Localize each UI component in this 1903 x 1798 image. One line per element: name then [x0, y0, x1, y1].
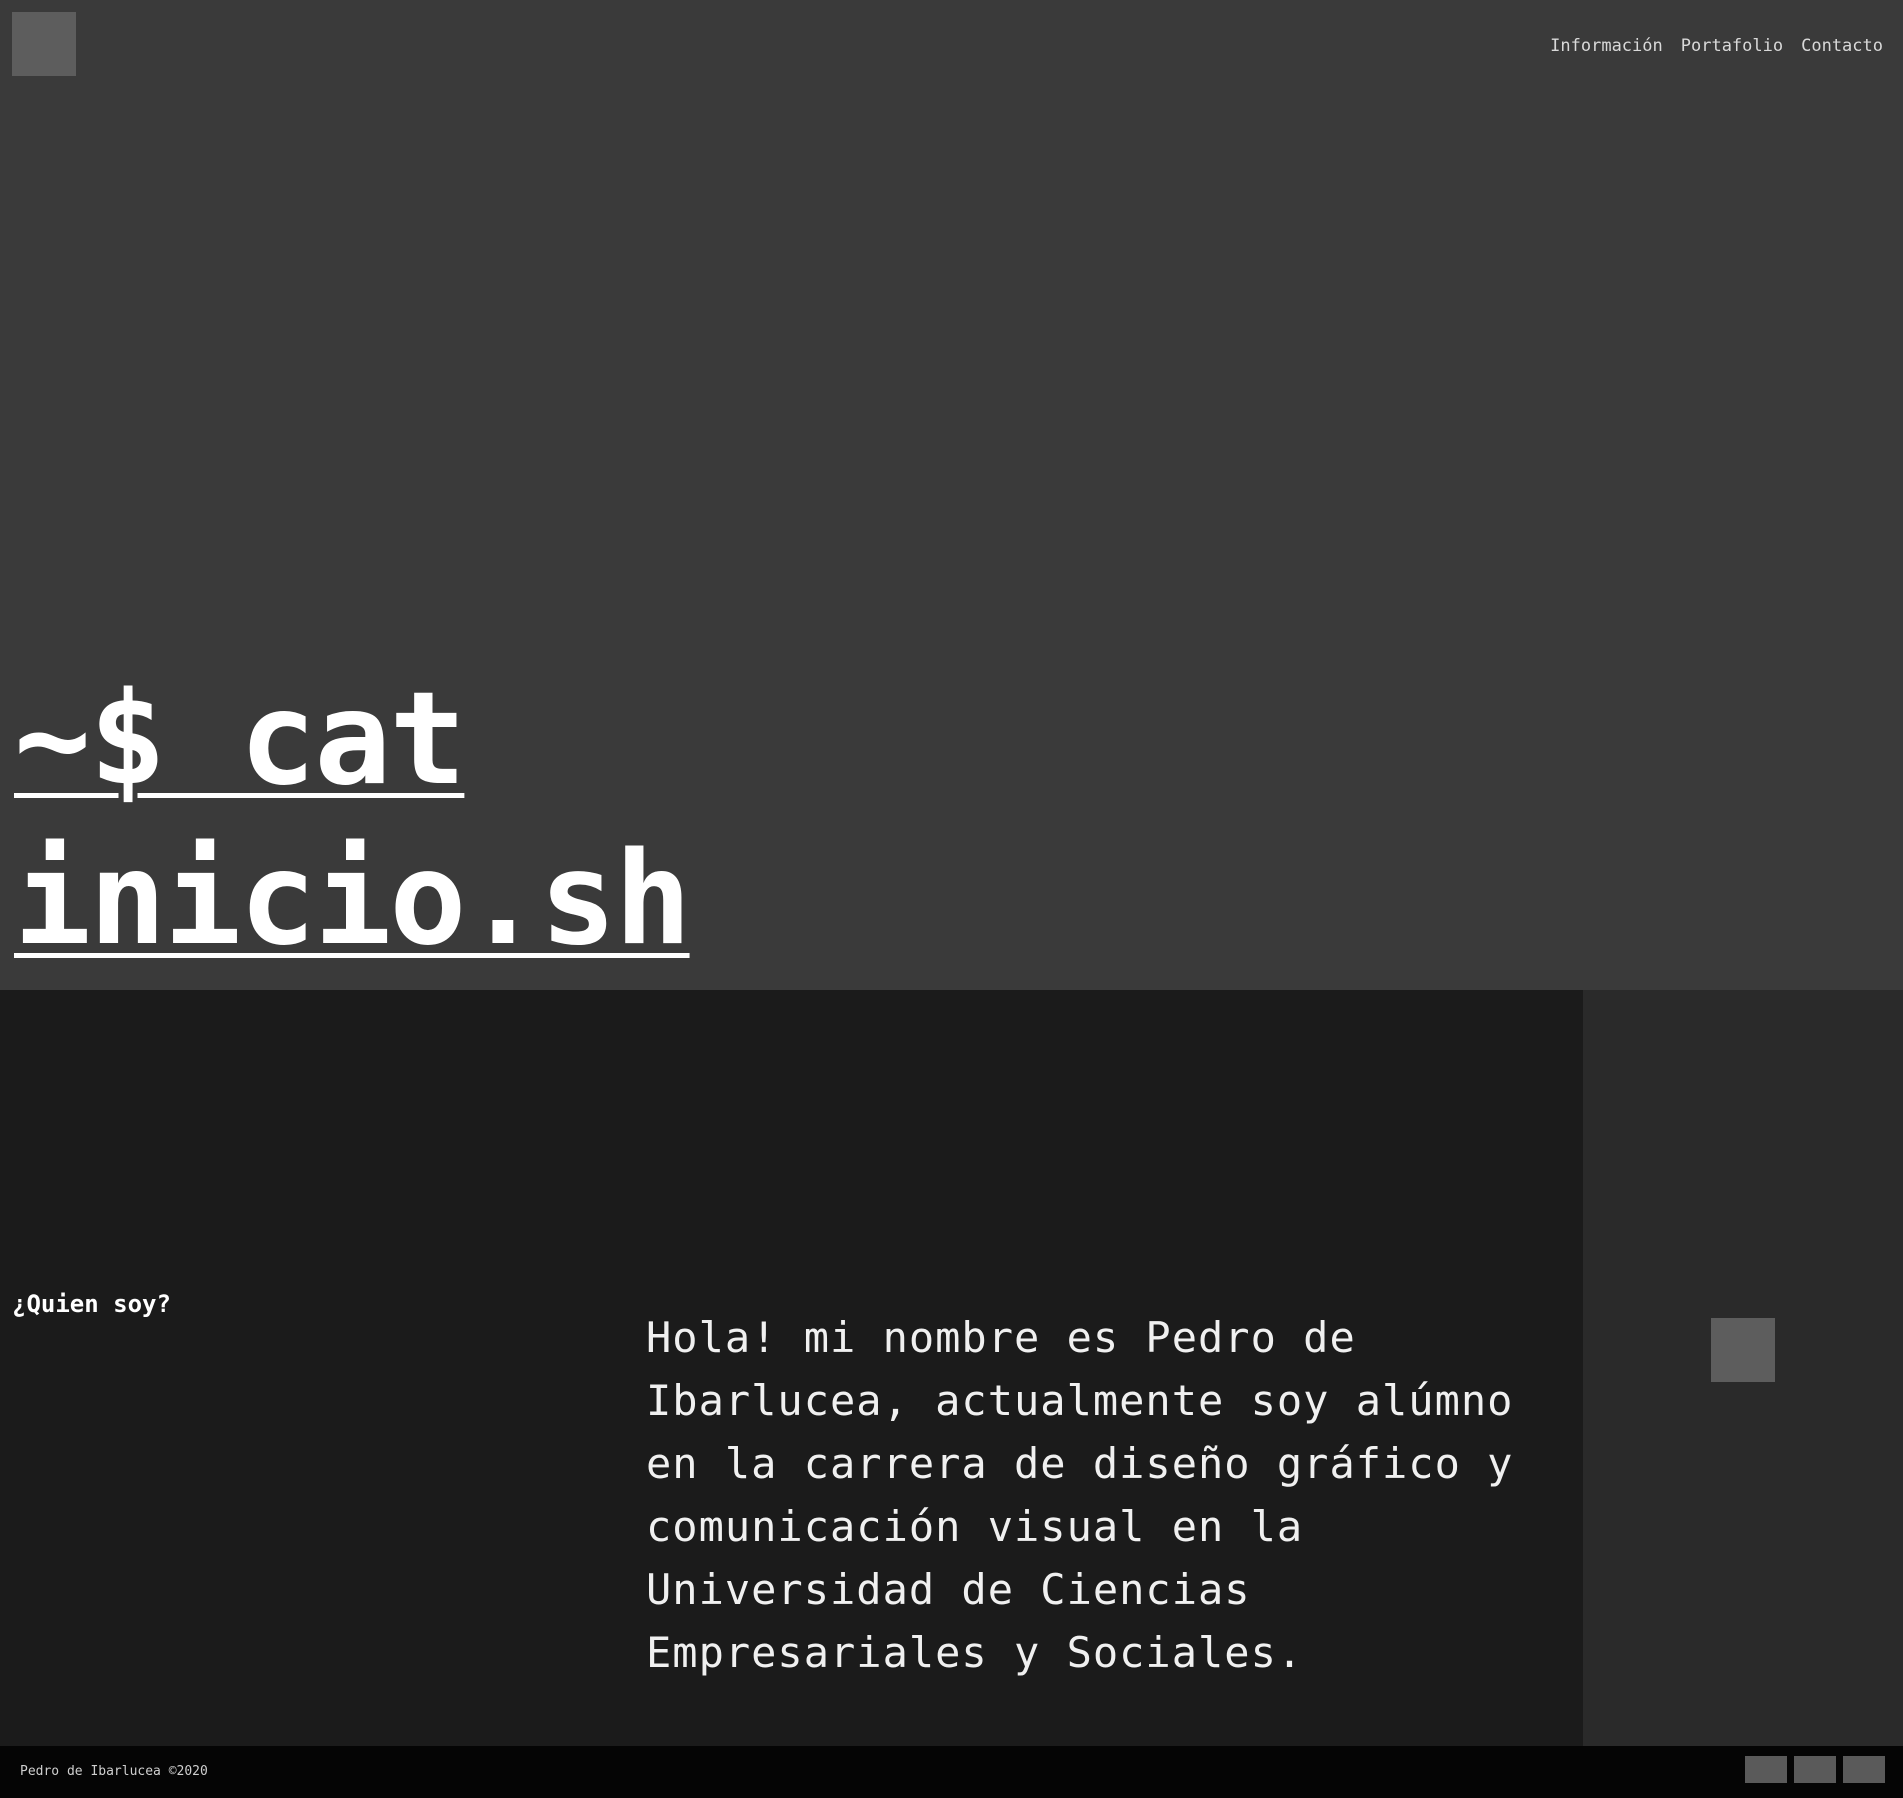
logo-placeholder[interactable] [12, 12, 76, 76]
footer: Pedro de Ibarlucea ©2020 [0, 1746, 1903, 1798]
about-section: ¿Quien soy? Hola! mi nombre es Pedro de … [0, 990, 1583, 1746]
image-placeholder [1711, 1318, 1775, 1382]
social-button-3[interactable] [1843, 1756, 1885, 1783]
social-button-2[interactable] [1794, 1756, 1836, 1783]
nav-link-contacto[interactable]: Contacto [1801, 36, 1883, 56]
about-heading: ¿Quien soy? [12, 1290, 171, 1318]
nav-link-portafolio[interactable]: Portafolio [1681, 36, 1783, 56]
copyright-text: Pedro de Ibarlucea ©2020 [20, 1764, 208, 1779]
hero-title-line-1: ~$ cat [14, 665, 466, 814]
hero-section: Información Portafolio Contacto ~$ cat i… [0, 0, 1903, 990]
social-links [1745, 1756, 1885, 1783]
hero-title: ~$ cat inicio.sh [14, 660, 692, 980]
social-button-1[interactable] [1745, 1756, 1787, 1783]
main-nav: Información Portafolio Contacto [1550, 36, 1883, 56]
nav-link-informacion[interactable]: Información [1550, 36, 1663, 56]
about-text: Hola! mi nombre es Pedro de Ibarlucea, a… [646, 1313, 1514, 1677]
hero-title-line-2: inicio.sh [14, 825, 692, 974]
side-panel [1583, 990, 1903, 1746]
